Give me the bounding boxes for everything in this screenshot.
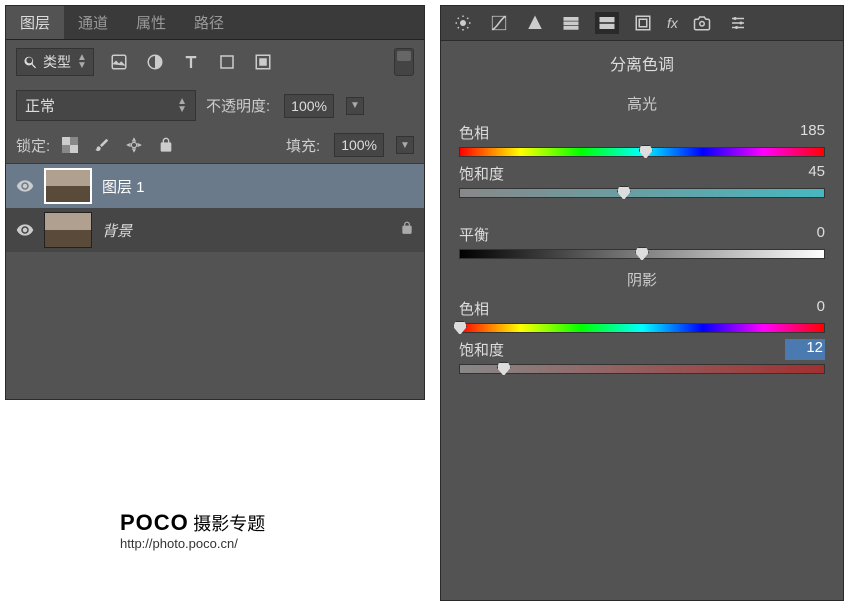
slider-value[interactable]: 0 — [785, 298, 825, 319]
camera-icon[interactable] — [690, 12, 714, 34]
presets-icon[interactable] — [726, 12, 750, 34]
filter-toggle[interactable] — [394, 48, 414, 76]
shadows-sat-slider: 饱和度 12 — [441, 335, 843, 376]
lock-label: 锁定: — [16, 135, 50, 156]
lock-transparency-icon[interactable] — [60, 135, 80, 155]
filter-icons — [108, 51, 274, 73]
filter-pixel-icon[interactable] — [108, 51, 130, 73]
balance-slider: 平衡 0 — [441, 220, 843, 261]
filter-text-icon[interactable] — [180, 51, 202, 73]
opacity-label: 不透明度: — [206, 95, 270, 116]
slider-track[interactable] — [459, 249, 825, 259]
opacity-value[interactable]: 100% — [284, 94, 334, 118]
visibility-icon[interactable] — [16, 177, 34, 195]
detail-icon[interactable] — [523, 12, 547, 34]
hsl-icon[interactable] — [559, 12, 583, 34]
slider-handle[interactable] — [453, 321, 467, 335]
slider-value[interactable]: 45 — [785, 163, 825, 184]
slider-label: 饱和度 — [459, 163, 504, 184]
filter-type-dropdown[interactable]: 类型 ▲▼ — [16, 48, 94, 76]
layer-thumbnail[interactable] — [44, 168, 92, 204]
blend-row: 正常 ▲▼ 不透明度: 100% ▼ — [6, 84, 424, 127]
lock-paint-icon[interactable] — [92, 135, 112, 155]
split-toning-icon[interactable] — [595, 12, 619, 34]
slider-value[interactable]: 12 — [785, 339, 825, 360]
slider-handle[interactable] — [635, 247, 649, 261]
lens-icon[interactable] — [631, 12, 655, 34]
slider-handle[interactable] — [617, 186, 631, 200]
dropdown-arrows-icon: ▲▼ — [77, 54, 87, 70]
blend-mode-dropdown[interactable]: 正常 ▲▼ — [16, 90, 196, 121]
slider-value[interactable]: 0 — [785, 224, 825, 245]
icon-bar: fx — [441, 6, 843, 41]
fill-label: 填充: — [286, 135, 320, 156]
layer-list: 图层 1 背景 — [6, 164, 424, 252]
shadows-hue-slider: 色相 0 — [441, 294, 843, 335]
shadows-title: 阴影 — [441, 261, 843, 294]
filter-adjustment-icon[interactable] — [144, 51, 166, 73]
lock-icon — [400, 221, 414, 240]
poco-topic: 摄影专题 — [193, 514, 265, 534]
poco-url: http://photo.poco.cn/ — [120, 536, 265, 551]
slider-label: 饱和度 — [459, 339, 504, 360]
filter-smart-icon[interactable] — [252, 51, 274, 73]
highlights-hue-slider: 色相 185 — [441, 118, 843, 159]
effects-icon[interactable]: fx — [667, 15, 678, 31]
lock-position-icon[interactable] — [124, 135, 144, 155]
poco-watermark: POCO 摄影专题 http://photo.poco.cn/ — [120, 510, 265, 551]
poco-brand: POCO — [120, 510, 189, 535]
slider-handle[interactable] — [639, 145, 653, 159]
slider-label: 色相 — [459, 298, 489, 319]
highlights-title: 高光 — [441, 85, 843, 118]
slider-track[interactable] — [459, 147, 825, 157]
slider-track[interactable] — [459, 364, 825, 374]
slider-handle[interactable] — [497, 362, 511, 376]
split-toning-panel: fx 分离色调 高光 色相 185 饱和度 45 平衡 0 阴影 色相 0 — [440, 5, 844, 601]
slider-value[interactable]: 185 — [785, 122, 825, 143]
tab-channels[interactable]: 通道 — [64, 6, 122, 39]
filter-row: 类型 ▲▼ — [6, 40, 424, 84]
lock-row: 锁定: 填充: 100% ▼ — [6, 127, 424, 164]
visibility-icon[interactable] — [16, 221, 34, 239]
slider-label: 色相 — [459, 122, 489, 143]
filter-shape-icon[interactable] — [216, 51, 238, 73]
layer-item[interactable]: 图层 1 — [6, 164, 424, 208]
fill-dropdown-arrow[interactable]: ▼ — [396, 136, 414, 154]
layers-panel: 图层 通道 属性 路径 类型 ▲▼ 正常 ▲▼ 不透明度: 100% ▼ 锁定: — [5, 5, 425, 400]
lock-all-icon[interactable] — [156, 135, 176, 155]
fill-value[interactable]: 100% — [334, 133, 384, 157]
highlights-sat-slider: 饱和度 45 — [441, 159, 843, 200]
layer-thumbnail[interactable] — [44, 212, 92, 248]
layer-name[interactable]: 图层 1 — [102, 176, 145, 197]
tab-layers[interactable]: 图层 — [6, 6, 64, 39]
slider-track[interactable] — [459, 323, 825, 333]
search-icon — [23, 54, 39, 70]
panel-title: 分离色调 — [441, 41, 843, 85]
curve-icon[interactable] — [487, 12, 511, 34]
dropdown-arrows-icon: ▲▼ — [177, 98, 187, 114]
filter-label: 类型 — [43, 52, 71, 72]
layer-name[interactable]: 背景 — [102, 220, 132, 241]
opacity-dropdown-arrow[interactable]: ▼ — [346, 97, 364, 115]
basic-icon[interactable] — [451, 12, 475, 34]
tab-properties[interactable]: 属性 — [122, 6, 180, 39]
layer-item[interactable]: 背景 — [6, 208, 424, 252]
slider-label: 平衡 — [459, 224, 489, 245]
tab-paths[interactable]: 路径 — [180, 6, 238, 39]
slider-track[interactable] — [459, 188, 825, 198]
panel-tabs: 图层 通道 属性 路径 — [6, 6, 424, 40]
